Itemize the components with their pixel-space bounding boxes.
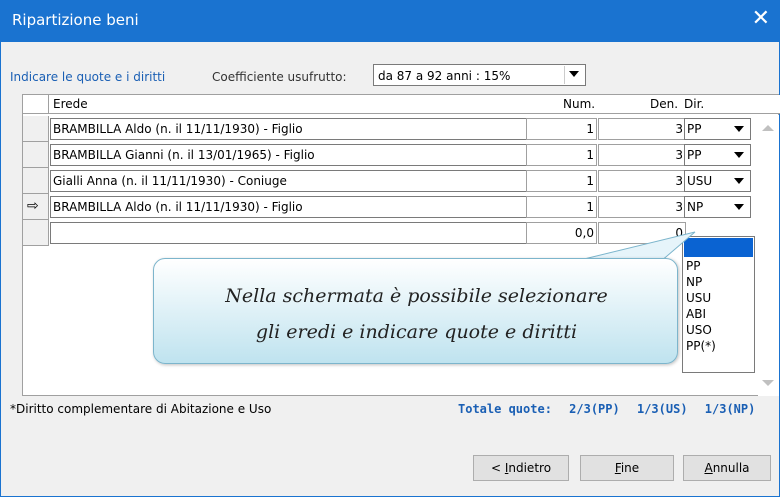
table-row-new: 0,0 0 [23,220,780,246]
total-np: 1/3(NP) [704,402,756,416]
num-value: 1 [586,200,594,214]
dir-select[interactable]: USU [684,170,751,192]
back-rest: ndietro [508,461,552,475]
dropdown-option-highlighted[interactable] [684,238,753,257]
dir-value: NP [687,200,704,214]
dropdown-option-abi[interactable]: ABI [686,307,706,321]
finish-rest: ine [620,461,640,475]
scroll-down-icon[interactable] [762,380,774,386]
grid-header: Erede Num. Den. Dir. [23,95,780,114]
footnote: *Diritto complementare di Abitazione e U… [10,402,272,416]
heir-select[interactable]: BRAMBILLA Aldo (n. il 11/11/1930) - Figl… [50,196,546,218]
column-den: Den. [650,97,679,111]
num-field[interactable]: 1 [526,196,597,218]
dir-select[interactable]: PP [684,118,751,140]
coefficient-value: da 87 a 92 anni : 15% [378,69,511,83]
cancel-mnemonic: A [704,461,713,475]
chevron-down-icon[interactable] [730,147,748,163]
den-value: 3 [675,148,683,162]
dir-dropdown-list[interactable]: PP NP USU ABI USO PP(*) [682,236,755,373]
den-field[interactable]: 3 [598,196,686,218]
tooltip-line-2: gli eredi e indicare quote e diritti [255,321,578,343]
back-prefix: < [490,461,505,475]
den-field[interactable]: 0 [598,222,686,244]
heir-select[interactable]: BRAMBILLA Aldo (n. il 11/11/1930) - Figl… [50,118,546,140]
row-selector[interactable]: ⇨ [23,194,49,220]
dir-value: PP [687,148,702,162]
instructions-link[interactable]: Indicare le quote e i diritti [10,70,165,84]
close-icon[interactable]: ✕ [752,7,770,31]
heir-name: BRAMBILLA Aldo (n. il 11/11/1930) - Figl… [53,122,303,136]
num-value: 1 [586,122,594,136]
dropdown-option-uso[interactable]: USO [686,323,712,337]
heir-name: BRAMBILLA Aldo (n. il 11/11/1930) - Figl… [53,200,303,214]
den-value: 3 [675,174,683,188]
num-field[interactable]: 1 [526,170,597,192]
coefficient-select[interactable]: da 87 a 92 anni : 15% [373,64,586,86]
chevron-down-icon[interactable] [730,173,748,189]
window-title: Ripartizione beni [12,11,139,29]
scroll-up-icon[interactable] [762,125,774,131]
row-selector[interactable] [23,220,49,246]
dir-select[interactable]: PP [684,144,751,166]
table-row: Gialli Anna (n. il 11/11/1930) - Coniuge… [23,168,780,194]
dropdown-option-pp-star[interactable]: PP(*) [686,339,716,353]
total-label: Totale quote: [458,402,552,416]
cancel-button[interactable]: Annulla [683,455,771,481]
column-dir: Dir. [684,97,705,111]
den-field[interactable]: 3 [598,118,686,140]
num-value: 1 [586,148,594,162]
num-field[interactable]: 1 [526,144,597,166]
chevron-down-icon[interactable] [564,66,584,84]
row-selector[interactable] [23,116,49,142]
den-value: 3 [675,200,683,214]
num-field[interactable]: 0,0 [526,222,597,244]
dropdown-option-np[interactable]: NP [686,275,702,289]
total-quotes: Totale quote: 2/3(PP) 1/3(US) 1/3(NP) [458,402,755,416]
tooltip-line-1: Nella schermata è possibile selezionare [225,285,608,307]
heir-select[interactable]: BRAMBILLA Gianni (n. il 13/01/1965) - Fi… [50,144,546,166]
total-us: 1/3(US) [636,402,688,416]
cancel-rest: nnulla [712,461,750,475]
table-row: BRAMBILLA Aldo (n. il 11/11/1930) - Figl… [23,116,780,142]
dir-select[interactable]: NP [684,196,751,218]
back-button[interactable]: < Indietro [473,455,569,481]
dropdown-option-usu[interactable]: USU [686,291,711,305]
callout-tooltip: Nella schermata è possibile selezionare … [153,258,678,364]
dir-value: PP [687,122,702,136]
row-header-corner [23,95,49,114]
chevron-down-icon[interactable] [730,199,748,215]
row-selector[interactable] [23,168,49,194]
dropdown-option-pp[interactable]: PP [686,259,700,273]
num-value: 1 [586,174,594,188]
den-field[interactable]: 3 [598,144,686,166]
den-field[interactable]: 3 [598,170,686,192]
chevron-down-icon[interactable] [730,121,748,137]
den-value: 3 [675,122,683,136]
heir-name: Gialli Anna (n. il 11/11/1930) - Coniuge [53,174,287,188]
title-bar: Ripartizione beni ✕ [0,0,780,42]
current-row-arrow-icon: ⇨ [27,198,39,214]
table-row: BRAMBILLA Gianni (n. il 13/01/1965) - Fi… [23,142,780,168]
heir-name: BRAMBILLA Gianni (n. il 13/01/1965) - Fi… [53,148,315,162]
vertical-scrollbar[interactable] [758,115,779,396]
row-selector[interactable] [23,142,49,168]
num-field[interactable]: 1 [526,118,597,140]
dir-value: USU [687,174,713,188]
total-pp: 2/3(PP) [569,402,620,416]
column-erede: Erede [53,97,88,111]
heir-select[interactable] [50,222,546,244]
finish-button[interactable]: Fine [580,455,674,481]
coefficient-label: Coefficiente usufrutto: [212,70,347,84]
heir-select[interactable]: Gialli Anna (n. il 11/11/1930) - Coniuge [50,170,546,192]
table-row-current: ⇨ BRAMBILLA Aldo (n. il 11/11/1930) - Fi… [23,194,780,220]
num-value: 0,0 [574,226,594,240]
column-num: Num. [563,97,596,111]
